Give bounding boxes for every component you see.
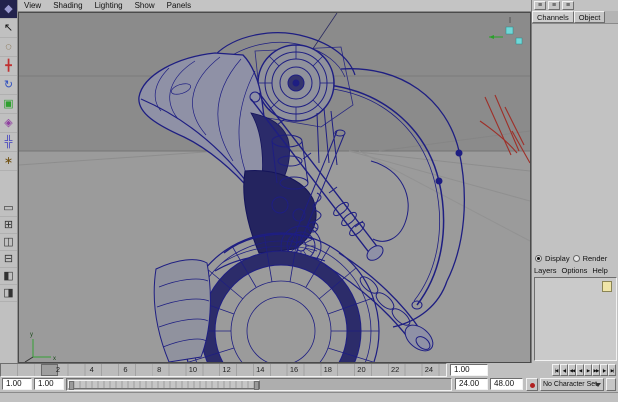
layer-menu-layers[interactable]: Layers [534, 266, 557, 275]
step-forward-key-button[interactable]: ▶▶ [592, 364, 600, 376]
range-slider-bar[interactable] [68, 380, 260, 390]
timeline-tick-12: 12 [222, 365, 231, 374]
layout-column: ▭ ⊞ ◫ ⊟ ◧ ◨ [0, 200, 17, 302]
timeline-tick-6: 6 [123, 365, 128, 374]
chevron-down-icon [595, 383, 601, 387]
viewport-menu-shading[interactable]: Shading [47, 0, 88, 11]
timeline-tick-4: 4 [89, 365, 94, 374]
play-backwards-button[interactable]: ◀ [576, 364, 584, 376]
timeline-tick-24: 24 [424, 365, 434, 374]
step-back-frame-button[interactable]: ◀| [560, 364, 568, 376]
render-radio-label: Render [582, 253, 608, 263]
display-render-row: Display Render [535, 252, 618, 264]
playback-end-field[interactable]: 24.00 [455, 378, 488, 390]
timeline-row: 2 4 6 8 10 12 14 16 18 20 22 24 1.00 |◀ ◀| ◀◀ ◀ ▶ ▶▶ |▶ ▶| [0, 363, 618, 377]
display-radio-label: Display [545, 253, 570, 263]
panel-tabs: Channels Object [532, 11, 618, 24]
command-line-area[interactable] [0, 392, 618, 402]
character-set-dropdown[interactable]: No Character Set [540, 378, 604, 391]
tool-column: ◆ ↖ ◌ ╋ ↻ ▣ ◈ ╬ ∗ [0, 0, 18, 363]
maya-logo-icon[interactable]: ◆ [0, 0, 17, 19]
timeline-tick-14: 14 [256, 365, 265, 374]
scale-tool[interactable]: ▣ [0, 95, 17, 114]
universal-manipulator-tool[interactable]: ◈ [0, 114, 17, 133]
timeline-tick-18: 18 [323, 365, 332, 374]
move-tool[interactable]: ╋ [0, 57, 17, 76]
lasso-select-tool[interactable]: ◌ [0, 38, 17, 57]
layout-two-pane-stacked[interactable]: ⊟ [0, 251, 17, 268]
select-tool[interactable]: ↖ [0, 19, 17, 38]
layout-three-pane-split-left[interactable]: ◧ [0, 268, 17, 285]
range-start-handle[interactable] [69, 381, 74, 390]
timeline-tick-22: 22 [391, 365, 400, 374]
tab-channels[interactable]: Channels [532, 11, 574, 23]
rotate-tool[interactable]: ↻ [0, 76, 17, 95]
last-tool-used[interactable]: ∗ [0, 152, 17, 171]
tab-object[interactable]: Object [573, 11, 606, 23]
layer-list-area[interactable] [534, 277, 617, 361]
channel-box-panel: ≡ ≡ ≡ Channels Object Display Render Layers… [531, 0, 618, 363]
timeline-tick-20: 20 [357, 365, 366, 374]
layout-four-pane[interactable]: ⊞ [0, 217, 17, 234]
timeline-tick-16: 16 [289, 365, 299, 374]
viewport-menu-lighting[interactable]: Lighting [89, 0, 129, 11]
layout-two-pane-side-by-side[interactable]: ◫ [0, 234, 17, 251]
animation-start-field[interactable]: 1.00 [2, 378, 32, 390]
timeline-tick-8: 8 [157, 365, 162, 374]
layout-single-pane[interactable]: ▭ [0, 200, 17, 217]
timeline-tick-2: 2 [55, 365, 61, 374]
transport-controls: |◀ ◀| ◀◀ ◀ ▶ ▶▶ |▶ ▶| [552, 364, 616, 376]
range-end-handle[interactable] [254, 381, 259, 390]
layer-menu-help[interactable]: Help [592, 266, 607, 275]
channel-speed-slow-icon[interactable]: ≡ [534, 1, 546, 10]
render-radio[interactable] [572, 254, 580, 262]
range-slider-row: 1.00 1.00 24.00 48.00 No Character Set [0, 377, 618, 392]
timeline-tick-10: 10 [188, 365, 198, 374]
viewport-menu-view[interactable]: View [18, 0, 47, 11]
axis-x-label: x [53, 356, 56, 362]
viewport-menu-show[interactable]: Show [129, 0, 161, 11]
character-set-label: No Character Set [543, 381, 598, 388]
channel-speed-medium-icon[interactable]: ≡ [548, 1, 560, 10]
axis-y-label: y [30, 332, 33, 338]
auto-keyframe-icon [530, 383, 535, 388]
perspective-viewport[interactable]: y x [18, 12, 531, 363]
range-slider-track[interactable] [66, 378, 452, 391]
layout-three-pane-split-right[interactable]: ◨ [0, 285, 17, 302]
playback-start-field[interactable]: 1.00 [34, 378, 64, 390]
animation-preferences-button[interactable] [606, 378, 616, 391]
play-forwards-button[interactable]: ▶ [584, 364, 592, 376]
panel-icon-row: ≡ ≡ ≡ [534, 1, 574, 10]
viewport-canvas[interactable]: y x [19, 13, 530, 362]
step-forward-frame-button[interactable]: |▶ [600, 364, 608, 376]
step-back-key-button[interactable]: ◀◀ [568, 364, 576, 376]
viewport-menu-panels[interactable]: Panels [161, 0, 197, 11]
auto-keyframe-button[interactable] [526, 378, 538, 391]
display-radio[interactable] [535, 254, 542, 262]
layer-editor-menubar: Layers Options Help [534, 264, 618, 276]
show-manipulator-tool[interactable]: ╬ [0, 133, 17, 152]
go-to-end-button[interactable]: ▶| [608, 364, 616, 376]
channel-speed-fast-icon[interactable]: ≡ [562, 1, 574, 10]
go-to-start-button[interactable]: |◀ [552, 364, 560, 376]
current-time-field[interactable]: 1.00 [450, 364, 488, 376]
time-slider[interactable]: 2 4 6 8 10 12 14 16 18 20 22 24 [0, 363, 447, 377]
animation-end-field[interactable]: 48.00 [490, 378, 523, 390]
new-layer-icon[interactable] [602, 281, 612, 292]
layer-menu-options[interactable]: Options [562, 266, 588, 275]
maya-window: ◆ ↖ ◌ ╋ ↻ ▣ ◈ ╬ ∗ ▭ ⊞ ◫ ⊟ ◧ ◨ View Shading Lighting Show… [0, 0, 618, 402]
viewport-menubar: View Shading Lighting Show Panels [18, 0, 531, 12]
channel-list-area[interactable] [533, 24, 617, 250]
